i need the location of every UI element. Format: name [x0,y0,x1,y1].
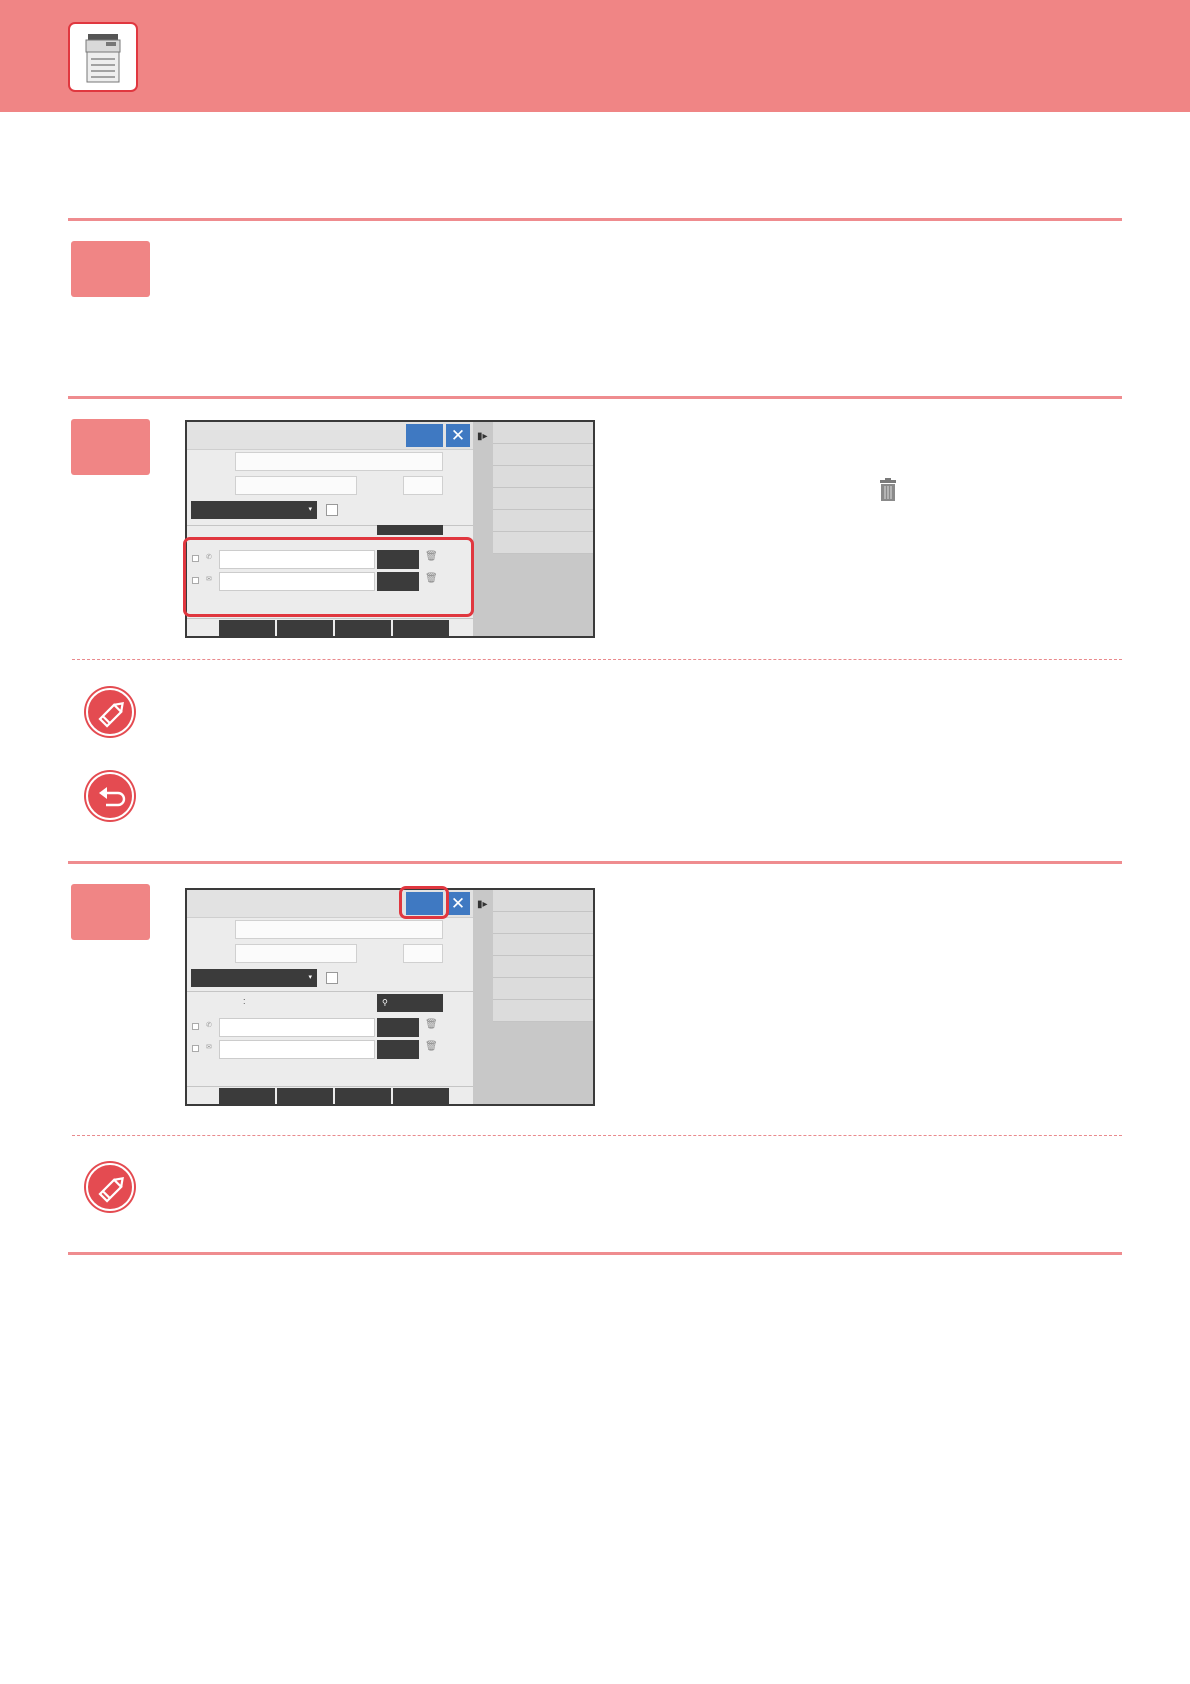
pencil-note-icon [86,1163,134,1211]
highlight-confirm-button [399,886,449,919]
step-2-badge [71,419,150,475]
confirm-button[interactable] [406,424,443,447]
screen-mock-2: ✕ ▾ : ⚲ ✆ 🗑 ✉ 🗑 ▮▸ [185,888,595,1106]
side-panel: ▮▸ [473,422,593,636]
step-1-badge [71,241,150,297]
initial-field[interactable] [235,476,357,495]
bottom-button-mail[interactable] [277,620,333,636]
mail-icon: ✉ [206,1044,212,1051]
highlight-address-rows [183,537,474,617]
number-field[interactable] [403,944,443,963]
address-field[interactable] [219,1018,375,1037]
bottom-button-phone[interactable] [219,620,275,636]
category-select[interactable]: ▾ [191,501,317,519]
checkbox[interactable] [326,504,338,516]
section-divider [68,861,1122,864]
section-divider [68,1252,1122,1255]
note-divider [72,1135,1122,1136]
header-band [0,0,1190,112]
return-arrow-icon [86,772,134,820]
multifunction-printer-icon [68,22,138,92]
trash-icon[interactable]: 🗑 [425,1041,438,1052]
address-field[interactable] [219,1040,375,1059]
initial-field[interactable] [235,944,357,963]
number-field[interactable] [403,476,443,495]
row-checkbox[interactable] [192,1045,199,1052]
bottom-button-mail[interactable] [277,1088,333,1104]
row-button[interactable] [377,1018,419,1037]
close-button[interactable]: ✕ [446,424,470,447]
divider [187,991,473,992]
trash-icon [879,478,897,502]
row-checkbox[interactable] [192,1023,199,1030]
bottom-button-internet[interactable] [393,1088,449,1104]
category-select[interactable]: ▾ [191,969,317,987]
colon-label: : [243,996,246,1006]
side-panel: ▮▸ [473,890,593,1104]
side-list [493,422,593,554]
expand-icon[interactable]: ▮▸ [477,898,491,912]
side-list [493,890,593,1022]
row-button[interactable] [377,1040,419,1059]
search-button[interactable]: ⚲ [377,994,443,1012]
divider [187,618,473,619]
section-divider [68,218,1122,221]
step-3-badge [71,884,150,940]
section-divider [68,396,1122,399]
bottom-button-ftp[interactable] [335,1088,391,1104]
bottom-button-internet[interactable] [393,620,449,636]
checkbox[interactable] [326,972,338,984]
bottom-button-ftp[interactable] [335,620,391,636]
name-field[interactable] [235,452,443,471]
close-button[interactable]: ✕ [446,892,470,915]
note-divider [72,659,1122,660]
trash-icon[interactable]: 🗑 [425,1019,438,1030]
bottom-button-phone[interactable] [219,1088,275,1104]
phone-icon: ✆ [206,1022,212,1029]
expand-icon[interactable]: ▮▸ [477,430,491,444]
name-field[interactable] [235,920,443,939]
pencil-note-icon [86,688,134,736]
divider [187,1086,473,1087]
search-button[interactable] [377,525,443,535]
